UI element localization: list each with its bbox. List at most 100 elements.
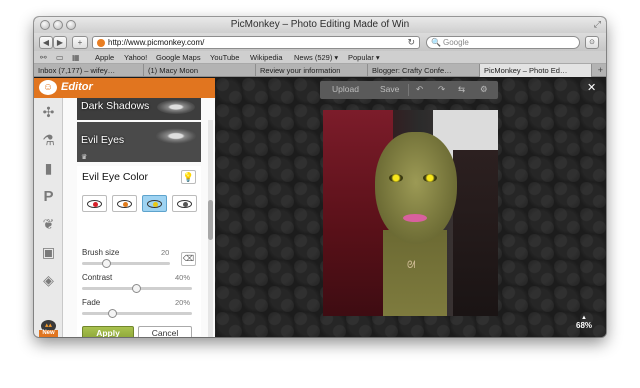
photo-right-eye bbox=[423, 174, 437, 182]
tab-picmonkey[interactable]: PicMonkey – Photo Ed… bbox=[480, 64, 592, 77]
swatch-red[interactable] bbox=[82, 195, 107, 212]
brush-size-knob[interactable] bbox=[101, 259, 111, 268]
textures-icon[interactable]: ◈ bbox=[40, 272, 57, 289]
tab-review-information[interactable]: Review your information bbox=[256, 64, 368, 77]
fade-label: Fade bbox=[82, 298, 101, 307]
tab-inbox[interactable]: Inbox (7,177) – wifey… bbox=[34, 64, 144, 77]
bookmarks-bar: ⚯ ▭ ▦ Apple Yahoo! Google Maps YouTube W… bbox=[34, 51, 606, 64]
forward-button[interactable]: ▶ bbox=[53, 36, 67, 49]
picmonkey-favicon-icon bbox=[97, 39, 105, 47]
photo-canvas[interactable]: ᘛ bbox=[323, 110, 498, 316]
bookmark-apple[interactable]: Apple bbox=[95, 53, 114, 62]
reading-list-icon[interactable]: ⚯ bbox=[40, 53, 47, 62]
tool-rail: ✣ ⚗ ▮ P ❦ ▣ ◈ ▴▴ New bbox=[34, 98, 63, 337]
zoom-control[interactable]: ▲ 68% bbox=[576, 315, 592, 330]
lightbulb-icon[interactable]: 💡 bbox=[181, 170, 196, 184]
zoom-level: 68% bbox=[576, 321, 593, 330]
bookmarks-book-icon[interactable]: ▭ bbox=[56, 53, 64, 62]
add-bookmark-button[interactable]: + bbox=[72, 36, 88, 49]
apply-button[interactable]: Apply bbox=[82, 326, 134, 337]
photo-left-eye bbox=[389, 174, 403, 182]
editor-logo-text: Editor bbox=[61, 81, 93, 93]
editor-topbar: Upload Save ↶ ↷ ⇆ ⚙ bbox=[320, 81, 498, 99]
new-tab-icon[interactable]: + bbox=[598, 64, 603, 77]
contrast-label: Contrast bbox=[82, 273, 113, 282]
address-bar[interactable]: http://www.picmonkey.com/ ↻ bbox=[92, 36, 420, 49]
contrast-value: 40% bbox=[175, 273, 191, 282]
back-button[interactable]: ◀ bbox=[39, 36, 53, 49]
undo-icon[interactable]: ↶ bbox=[416, 84, 423, 95]
eraser-icon[interactable]: ⌫ bbox=[181, 252, 196, 266]
contrast-slider[interactable] bbox=[82, 284, 192, 293]
fade-value: 20% bbox=[175, 298, 191, 307]
bookmark-wikipedia[interactable]: Wikipedia bbox=[250, 53, 283, 62]
orange-eye-icon bbox=[117, 200, 132, 208]
premium-crown-icon: ♛ bbox=[81, 154, 88, 161]
address-text: http://www.picmonkey.com/ bbox=[108, 38, 205, 47]
close-editor-icon[interactable]: ✕ bbox=[587, 81, 596, 94]
upload-button[interactable]: Upload bbox=[332, 84, 359, 94]
reader-button[interactable]: ⊙ bbox=[585, 36, 599, 49]
effect-dark-shadows[interactable]: Dark Shadows bbox=[77, 98, 201, 120]
effect-label: Evil Eyes bbox=[81, 134, 125, 146]
frames-icon[interactable]: ▣ bbox=[40, 244, 57, 261]
photo-lips bbox=[403, 214, 427, 222]
tab-macy-moon[interactable]: (1) Macy Moon bbox=[144, 64, 256, 77]
brush-size-slider[interactable] bbox=[82, 259, 170, 268]
color-swatches bbox=[82, 195, 198, 212]
bookmark-news-folder[interactable]: News (529) ▾ bbox=[294, 53, 338, 62]
brush-size-label: Brush size bbox=[82, 248, 120, 257]
red-eye-icon bbox=[87, 200, 102, 208]
tab-blogger[interactable]: Blogger: Crafty Confe… bbox=[368, 64, 480, 77]
search-icon: 🔍 bbox=[431, 38, 441, 47]
panel-scrollbar[interactable] bbox=[208, 120, 213, 337]
fade-knob[interactable] bbox=[107, 309, 117, 318]
tab-bar: Inbox (7,177) – wifey… (1) Macy Moon Rev… bbox=[34, 64, 606, 77]
effects-flask-icon[interactable]: ⚗ bbox=[40, 132, 57, 149]
dark-shadows-eye-thumbnail bbox=[157, 100, 195, 114]
swatch-yellow[interactable] bbox=[142, 195, 167, 212]
picmonkey-logo-icon[interactable]: ☺ bbox=[39, 80, 57, 95]
settings-gear-icon[interactable]: ⚙ bbox=[480, 84, 488, 95]
effect-label: Dark Shadows bbox=[81, 100, 150, 112]
bookmark-youtube[interactable]: YouTube bbox=[210, 53, 239, 62]
panel-scroll-thumb[interactable] bbox=[208, 200, 213, 240]
bookmark-popular-folder[interactable]: Popular ▾ bbox=[348, 53, 380, 62]
effects-list: Dark Shadows Evil Eyes ♛ Evil Eye Color … bbox=[63, 98, 215, 337]
overlays-icon[interactable]: ❦ bbox=[40, 216, 57, 233]
reload-icon[interactable]: ↻ bbox=[407, 37, 415, 48]
photo-hair-right bbox=[453, 150, 498, 316]
title-bar: PicMonkey – Photo Editing Made of Win ⤢ bbox=[34, 17, 606, 33]
halloween-themes-button[interactable]: ▴▴ New bbox=[39, 320, 58, 337]
cancel-button[interactable]: Cancel bbox=[138, 326, 192, 337]
save-button[interactable]: Save bbox=[380, 84, 399, 94]
touch-up-brush-icon[interactable]: ▮ bbox=[40, 160, 57, 177]
contrast-knob[interactable] bbox=[132, 284, 141, 293]
browser-window: PicMonkey – Photo Editing Made of Win ⤢ … bbox=[34, 17, 606, 337]
yellow-eye-icon bbox=[147, 200, 162, 208]
evil-eyes-eye-thumbnail bbox=[155, 128, 197, 144]
fade-slider[interactable] bbox=[82, 309, 192, 318]
new-badge: New bbox=[39, 330, 58, 337]
swatch-gray[interactable] bbox=[172, 195, 197, 212]
evil-eye-color-panel: Evil Eye Color 💡 Brush size 20 ⌫ Contras… bbox=[77, 166, 201, 337]
fullscreen-icon[interactable]: ⤢ bbox=[594, 19, 601, 30]
top-sites-grid-icon[interactable]: ▦ bbox=[72, 53, 80, 62]
bookmark-google-maps[interactable]: Google Maps bbox=[156, 53, 201, 62]
bookmark-yahoo[interactable]: Yahoo! bbox=[124, 53, 147, 62]
text-tool-icon[interactable]: P bbox=[40, 188, 57, 205]
gray-eye-icon bbox=[177, 200, 192, 208]
window-title: PicMonkey – Photo Editing Made of Win bbox=[230, 19, 410, 30]
swatch-orange[interactable] bbox=[112, 195, 137, 212]
compare-icon[interactable]: ⇆ bbox=[458, 84, 465, 95]
effect-evil-eyes[interactable]: Evil Eyes ♛ bbox=[77, 122, 201, 162]
editor-header: ☺ Editor bbox=[34, 78, 215, 98]
redo-icon[interactable]: ↷ bbox=[438, 84, 445, 95]
crop-rotate-icon[interactable]: ✣ bbox=[40, 104, 57, 121]
search-placeholder: Google bbox=[443, 38, 469, 47]
photo-pendant: ᘛ bbox=[407, 260, 416, 271]
search-field[interactable]: 🔍 Google bbox=[426, 36, 580, 49]
editor-panel: ☺ Editor ✣ ⚗ ▮ P ❦ ▣ ◈ ▴▴ New Dark Shado… bbox=[34, 78, 215, 337]
panel-title: Evil Eye Color bbox=[82, 171, 148, 183]
brush-size-value: 20 bbox=[161, 248, 170, 257]
